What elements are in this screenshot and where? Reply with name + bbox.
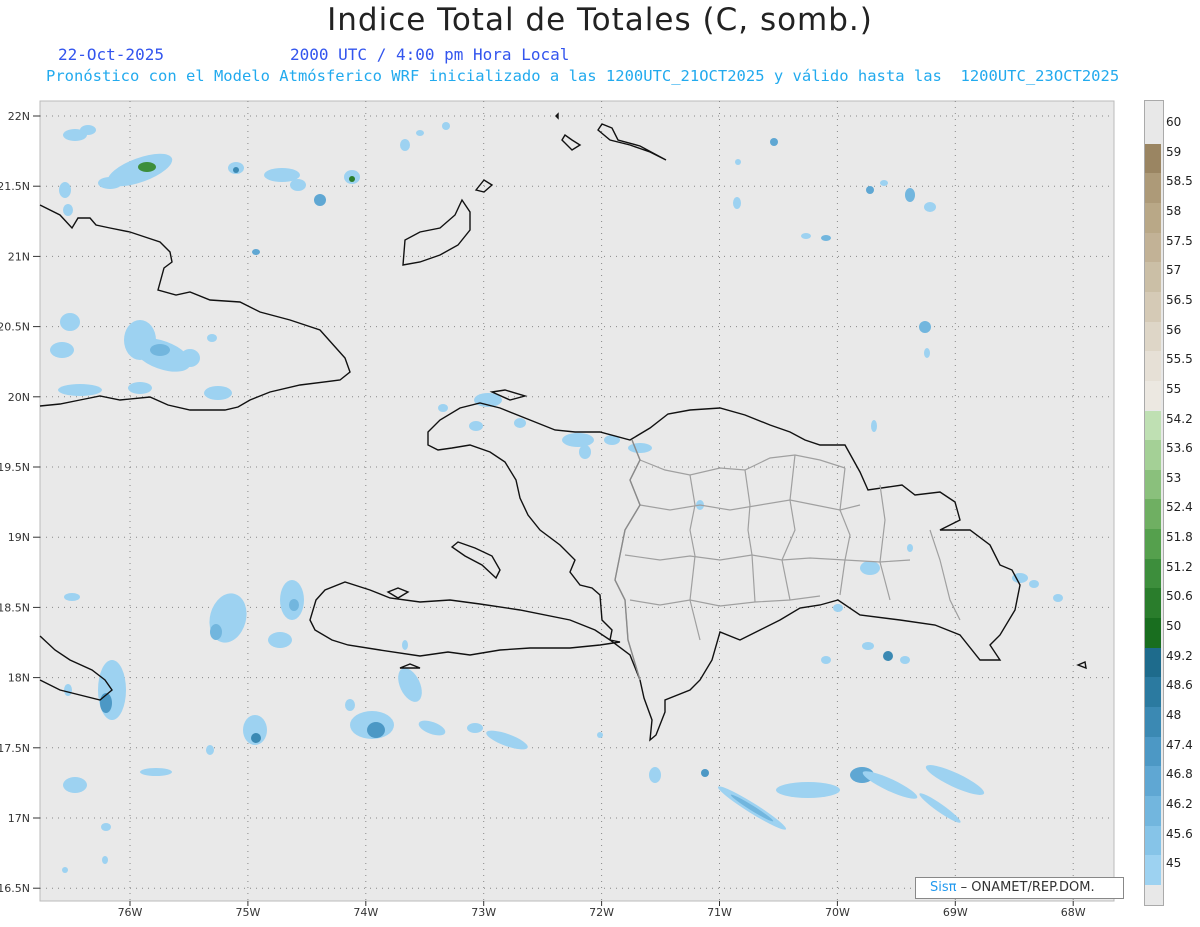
legend-swatch <box>1145 795 1161 826</box>
lat-label: 18.5N <box>0 601 30 614</box>
legend-label: 50 <box>1166 619 1182 634</box>
lat-label: 19.5N <box>0 461 30 474</box>
legend-label: 60 <box>1166 115 1182 129</box>
legend-swatch <box>1145 707 1161 737</box>
legend-swatch <box>1145 766 1161 796</box>
lon-label: 68W <box>1061 906 1086 919</box>
legend-label: 47.4 <box>1166 737 1193 752</box>
lon-label: 72W <box>589 906 614 919</box>
legend-swatch <box>1145 262 1161 292</box>
legend-swatch <box>1145 114 1161 130</box>
legend-label: 50.6 <box>1166 589 1193 604</box>
legend-label: 57.5 <box>1166 233 1193 248</box>
legend-label: 58 <box>1166 203 1182 218</box>
legend-swatch <box>1145 499 1161 530</box>
forecast-map: 22N 21.5N 21N 20.5N 20N 19.5N 19N 18.5N 18N 17.5N… <box>0 100 1115 919</box>
legend-label: 57 <box>1166 263 1182 278</box>
lat-label: 20.5N <box>0 321 30 334</box>
legend-label: 46.2 <box>1166 796 1193 811</box>
organization-name: – ONAMET/REP.DOM. <box>960 880 1095 895</box>
color-legend: 60 59 58.5 58 57.5 57 56.5 56 55.5 55 54.2 53.6 53 52… <box>1144 100 1200 906</box>
lon-label: 69W <box>943 906 968 919</box>
legend-label: 53 <box>1166 470 1182 485</box>
lat-label: 21N <box>8 250 30 263</box>
legend-label: 55 <box>1166 381 1182 396</box>
lat-label: 17.5N <box>0 742 30 755</box>
lat-label: 21.5N <box>0 180 30 193</box>
credit-box: Sisπ – ONAMET/REP.DOM. <box>915 877 1124 899</box>
legend-swatch <box>1145 232 1161 263</box>
lat-label: 22N <box>8 110 30 123</box>
lat-label: 17N <box>8 812 30 825</box>
legend-label: 45 <box>1166 856 1182 871</box>
legend-swatch <box>1145 440 1161 470</box>
legend-label: 48.6 <box>1166 678 1193 693</box>
legend-swatch <box>1145 202 1161 233</box>
legend-label: 46.8 <box>1166 767 1193 782</box>
legend-label: 54.2 <box>1166 411 1193 426</box>
legend-swatch <box>1145 351 1161 381</box>
lon-label: 75W <box>235 906 260 919</box>
lon-label: 70W <box>825 906 850 919</box>
legend-label: 49.2 <box>1166 648 1193 663</box>
legend-swatch <box>1145 380 1161 411</box>
legend-label: 52.4 <box>1166 500 1193 515</box>
legend-swatch <box>1145 291 1161 322</box>
legend-swatch <box>1145 410 1161 441</box>
legend-swatch <box>1145 677 1161 707</box>
legend-swatch <box>1145 618 1161 648</box>
sis-logo: Sisπ <box>930 880 957 895</box>
legend-swatch <box>1145 825 1161 856</box>
lon-label: 73W <box>471 906 496 919</box>
legend-swatch <box>1145 855 1161 885</box>
legend-label: 59 <box>1166 144 1182 159</box>
lat-label: 20N <box>8 391 30 404</box>
lon-label: 76W <box>118 906 143 919</box>
lat-label: 19N <box>8 531 30 544</box>
legend-label: 53.6 <box>1166 441 1193 456</box>
legend-label: 58.5 <box>1166 174 1193 189</box>
legend-label: 56.5 <box>1166 292 1193 307</box>
lat-label: 18N <box>8 672 30 685</box>
legend-swatch <box>1145 143 1161 174</box>
legend-swatch <box>1145 321 1161 352</box>
legend-label: 55.5 <box>1166 352 1193 367</box>
lat-label: 16.5N <box>0 882 30 895</box>
legend-swatch <box>1145 736 1161 767</box>
legend-label: 45.6 <box>1166 826 1193 841</box>
legend-swatch <box>1145 529 1161 559</box>
legend-label: 48 <box>1166 708 1182 722</box>
lon-label: 74W <box>353 906 378 919</box>
legend-swatch <box>1145 558 1161 589</box>
legend-swatch <box>1145 647 1161 678</box>
lon-label: 71W <box>707 906 732 919</box>
legend-swatch <box>1145 469 1161 500</box>
legend-label: 56 <box>1166 322 1182 337</box>
legend-swatch <box>1145 173 1161 203</box>
legend-label: 51.2 <box>1166 559 1193 574</box>
legend-swatch <box>1145 588 1161 619</box>
legend-label: 51.8 <box>1166 530 1193 545</box>
